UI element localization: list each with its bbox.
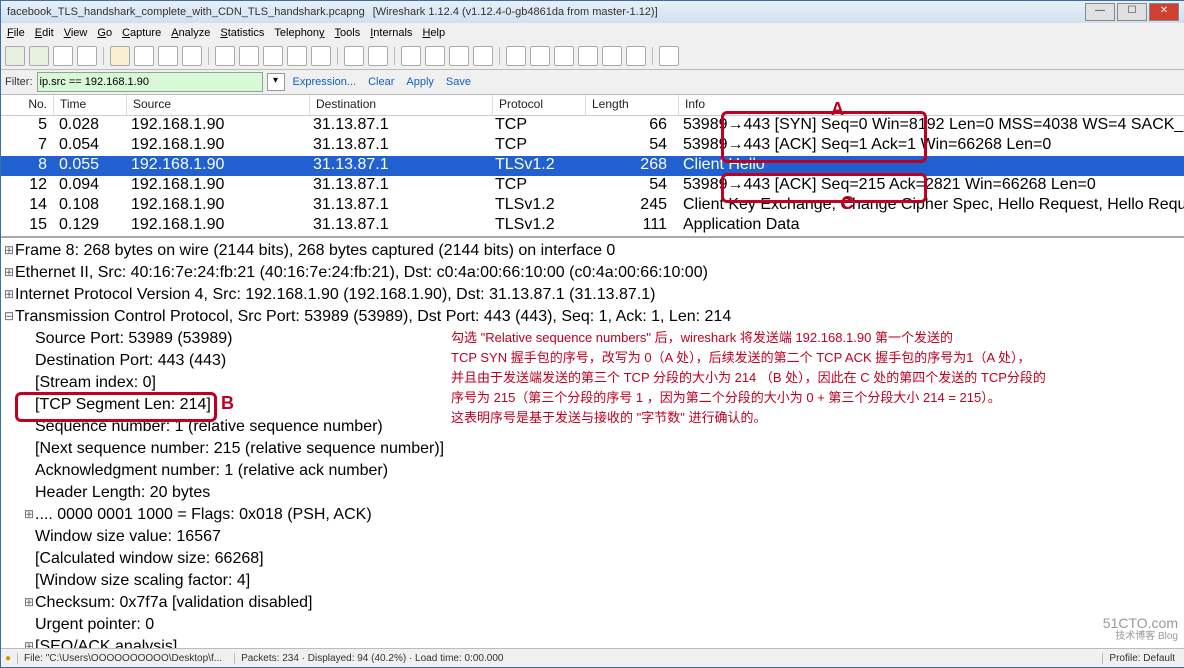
menu-edit[interactable]: Edit [35, 27, 54, 39]
toolbar-icon[interactable] [425, 46, 445, 66]
expand-icon[interactable]: ⊞ [3, 240, 15, 262]
clear-link[interactable]: Clear [368, 76, 394, 88]
menu-tools[interactable]: Tools [335, 27, 361, 39]
tcp-field: Window size value: 16567 [1, 526, 1184, 548]
tcp-field: [TCP Segment Len: 214] [1, 394, 1184, 416]
toolbar-icon[interactable] [344, 46, 364, 66]
expression-link[interactable]: Expression... [293, 76, 357, 88]
col-destination[interactable]: Destination [310, 95, 493, 115]
toolbar-icon[interactable] [401, 46, 421, 66]
menu-statistics[interactable]: Statistics [220, 27, 264, 39]
tcp-field: Source Port: 53989 (53989) [1, 328, 1184, 350]
col-source[interactable]: Source [127, 95, 310, 115]
menu-file[interactable]: File [7, 27, 25, 39]
toolbar-icon[interactable] [473, 46, 493, 66]
toolbar-icon[interactable] [110, 46, 130, 66]
toolbar-icon[interactable] [368, 46, 388, 66]
menu-telephony[interactable]: Telephony [274, 27, 324, 39]
status-file: File: "C:\Users\OOOOOOOOOO\Desktop\f... [17, 653, 228, 664]
tcp-field: Sequence number: 1 (relative sequence nu… [1, 416, 1184, 438]
tcp-field: [Stream index: 0] [1, 372, 1184, 394]
watermark: 51CTO.com 技术博客 Blog [1103, 616, 1178, 644]
packet-row[interactable]: 140.108192.168.1.9031.13.87.1TLSv1.2245C… [1, 196, 1184, 216]
menu-internals[interactable]: Internals [370, 27, 412, 39]
col-protocol[interactable]: Protocol [493, 95, 586, 115]
col-time[interactable]: Time [54, 95, 127, 115]
detail-tcp: Transmission Control Protocol, Src Port:… [15, 306, 731, 328]
filter-label: Filter: [5, 76, 33, 88]
toolbar-icon[interactable] [53, 46, 73, 66]
menu-view[interactable]: View [64, 27, 88, 39]
toolbar-icon[interactable] [506, 46, 526, 66]
col-length[interactable]: Length [586, 95, 679, 115]
menu-go[interactable]: Go [97, 27, 112, 39]
minimize-button[interactable]: — [1085, 3, 1115, 21]
packet-row[interactable]: 80.055192.168.1.9031.13.87.1TLSv1.2268Cl… [1, 156, 1184, 176]
packet-details[interactable]: ⊞Frame 8: 268 bytes on wire (2144 bits),… [1, 236, 1184, 648]
tcp-field: [Next sequence number: 215 (relative seq… [1, 438, 1184, 460]
status-ready-icon: ● [5, 653, 11, 664]
tcp-field: Acknowledgment number: 1 (relative ack n… [1, 460, 1184, 482]
packet-header: No. Time Source Destination Protocol Len… [1, 95, 1184, 116]
menu-capture[interactable]: Capture [122, 27, 161, 39]
toolbar-icon[interactable] [29, 46, 49, 66]
toolbar [1, 43, 1184, 70]
col-no[interactable]: No. [1, 95, 54, 115]
title-file: facebook_TLS_handshark_complete_with_CDN… [7, 6, 365, 18]
menu-help[interactable]: Help [422, 27, 445, 39]
title-app: [Wireshark 1.12.4 (v1.12.4-0-gb4861da fr… [373, 6, 658, 18]
toolbar-icon[interactable] [659, 46, 679, 66]
toolbar-icon[interactable] [215, 46, 235, 66]
toolbar-icon[interactable] [158, 46, 178, 66]
apply-link[interactable]: Apply [406, 76, 434, 88]
toolbar-icon[interactable] [530, 46, 550, 66]
tcp-field: Urgent pointer: 0 [1, 614, 1184, 636]
tcp-field: [Calculated window size: 66268] [1, 548, 1184, 570]
packet-row[interactable]: 50.028192.168.1.9031.13.87.1TCP6653989→4… [1, 116, 1184, 136]
toolbar-icon[interactable] [311, 46, 331, 66]
toolbar-icon[interactable] [449, 46, 469, 66]
maximize-button[interactable]: ☐ [1117, 3, 1147, 21]
toolbar-icon[interactable] [602, 46, 622, 66]
statusbar: ● File: "C:\Users\OOOOOOOOOO\Desktop\f..… [1, 648, 1184, 667]
toolbar-icon[interactable] [626, 46, 646, 66]
detail-ip: Internet Protocol Version 4, Src: 192.16… [15, 284, 655, 306]
detail-eth: Ethernet II, Src: 40:16:7e:24:fb:21 (40:… [15, 262, 708, 284]
tcp-field: ⊞.... 0000 0001 1000 = Flags: 0x018 (PSH… [1, 504, 1184, 526]
filterbar: Filter: ▾ Expression... Clear Apply Save [1, 70, 1184, 95]
status-profile: Profile: Default [1102, 653, 1181, 664]
toolbar-icon[interactable] [554, 46, 574, 66]
toolbar-icon[interactable] [263, 46, 283, 66]
tcp-field: Header Length: 20 bytes [1, 482, 1184, 504]
tcp-field: Destination Port: 443 (443) [1, 350, 1184, 372]
tcp-field: ⊞[SEQ/ACK analysis] [1, 636, 1184, 648]
menu-analyze[interactable]: Analyze [171, 27, 210, 39]
menubar: File Edit View Go Capture Analyze Statis… [1, 23, 1184, 43]
expand-icon[interactable]: ⊞ [3, 284, 15, 306]
packet-row[interactable]: 150.129192.168.1.9031.13.87.1TLSv1.2111A… [1, 216, 1184, 236]
toolbar-icon[interactable] [77, 46, 97, 66]
tcp-field: [Window size scaling factor: 4] [1, 570, 1184, 592]
toolbar-icon[interactable] [578, 46, 598, 66]
toolbar-icon[interactable] [287, 46, 307, 66]
packet-row[interactable]: 120.094192.168.1.9031.13.87.1TCP5453989→… [1, 176, 1184, 196]
titlebar: facebook_TLS_handshark_complete_with_CDN… [1, 1, 1184, 23]
tcp-field: ⊞Checksum: 0x7f7a [validation disabled] [1, 592, 1184, 614]
packet-list[interactable]: No. Time Source Destination Protocol Len… [1, 95, 1184, 236]
toolbar-icon[interactable] [182, 46, 202, 66]
close-button[interactable]: ✕ [1149, 3, 1179, 21]
filter-input[interactable] [37, 72, 263, 92]
toolbar-icon[interactable] [134, 46, 154, 66]
save-link[interactable]: Save [446, 76, 471, 88]
toolbar-icon[interactable] [239, 46, 259, 66]
toolbar-icon[interactable] [5, 46, 25, 66]
collapse-icon[interactable]: ⊟ [3, 306, 15, 328]
detail-frame: Frame 8: 268 bytes on wire (2144 bits), … [15, 240, 615, 262]
status-packets: Packets: 234 · Displayed: 94 (40.2%) · L… [234, 653, 509, 664]
packet-row[interactable]: 70.054192.168.1.9031.13.87.1TCP5453989→4… [1, 136, 1184, 156]
filter-dropdown-icon[interactable]: ▾ [267, 73, 285, 91]
expand-icon[interactable]: ⊞ [3, 262, 15, 284]
col-info[interactable]: Info [679, 95, 1184, 115]
